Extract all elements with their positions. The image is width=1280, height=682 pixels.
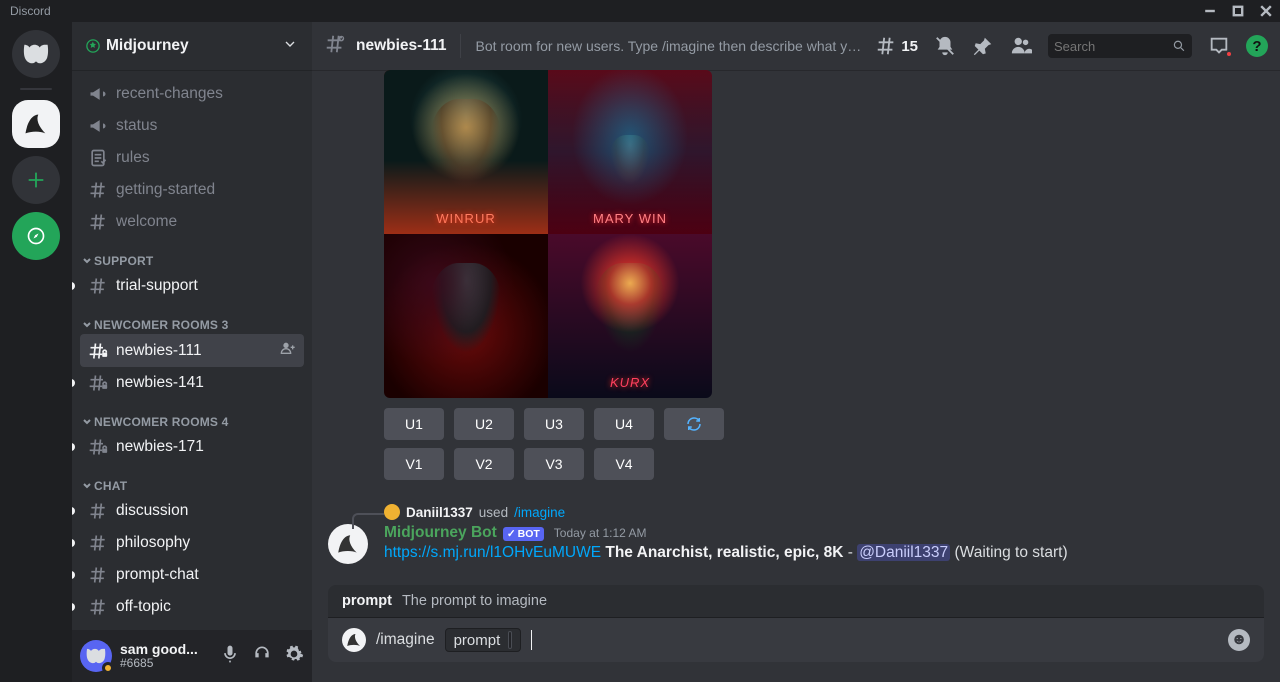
mute-icon[interactable] [220,644,240,669]
generated-image-grid[interactable]: WINRUR MARY WIN KURX [384,70,1264,398]
pinned-button[interactable] [972,35,994,57]
channel-status[interactable]: status [80,110,304,142]
mention[interactable]: @Daniil1337 [857,544,950,561]
search-input[interactable] [1048,34,1192,58]
channel-name: newbies-111 [356,37,446,55]
status-text: (Waiting to start) [954,544,1067,561]
upscale-3-button[interactable]: U3 [524,408,584,440]
dm-home[interactable] [12,30,60,78]
hash-icon [88,533,108,553]
command-text: /imagine [376,631,435,649]
bot-tag: ✓ BOT [503,527,544,541]
server-name: Midjourney [106,37,189,55]
channel-welcome[interactable]: welcome [80,206,304,238]
hash-icon [88,212,108,232]
chevron-down-icon [282,36,298,57]
channel-getting-started[interactable]: getting-started [80,174,304,206]
hash-lock-icon [88,437,108,457]
hash-icon [88,565,108,585]
bot-name[interactable]: Midjourney Bot [384,524,497,542]
channel-discussion[interactable]: discussion [80,495,304,527]
bot-avatar[interactable] [328,524,368,564]
main-content: newbies-111 Bot room for new users. Type… [312,22,1280,682]
hash-icon [88,597,108,617]
command-avatar-icon [342,628,366,652]
app-name: Discord [10,4,51,18]
username: sam good... [120,641,212,657]
server-header[interactable]: Midjourney [72,22,312,70]
hash-lock-icon [88,341,108,361]
timestamp: Today at 1:12 AM [554,526,647,540]
explore-button[interactable] [12,212,60,260]
inbox-button[interactable] [1208,35,1230,57]
create-invite-icon[interactable] [280,340,296,361]
reply-author: Daniil1337 [406,505,473,520]
announce-icon [88,116,108,136]
channel-newbies-111[interactable]: newbies-111 [80,334,304,367]
reroll-button[interactable] [664,408,724,440]
user-panel: sam good... #6685 [72,630,312,682]
channel-recent-changes[interactable]: recent-changes [80,78,304,110]
announce-icon [88,84,108,104]
status-idle-icon [102,662,114,674]
help-button[interactable]: ? [1246,35,1268,57]
channel-newbies-171[interactable]: newbies-171 [80,431,304,463]
hint-key: prompt [342,593,392,609]
hash-icon [88,501,108,521]
hash-icon [88,276,108,296]
prompt-chip[interactable]: prompt [445,628,522,652]
variation-4-button[interactable]: V4 [594,448,654,480]
hash-lock-icon [88,373,108,393]
text-cursor[interactable] [531,630,1218,650]
category-support[interactable]: SUPPORT [80,238,304,270]
reply-avatar [384,504,400,520]
settings-icon[interactable] [284,644,304,669]
members-button[interactable] [1010,35,1032,57]
notifications-button[interactable] [934,35,956,57]
hash-icon [324,33,346,60]
channel-rules[interactable]: rules [80,142,304,174]
channel-philosophy[interactable]: philosophy [80,527,304,559]
upscale-4-button[interactable]: U4 [594,408,654,440]
variation-1-button[interactable]: V1 [384,448,444,480]
server-rail [0,22,72,682]
message-input[interactable]: /imagine prompt ☻ [328,618,1264,662]
channel-sidebar: Midjourney recent-changesstatusrulesgett… [72,22,312,682]
autocomplete-hint[interactable]: prompt The prompt to imagine [328,585,1264,618]
message-prompt: The Anarchist, realistic, epic, 8K [605,544,843,561]
titlebar: Discord [0,0,1280,22]
add-server-button[interactable] [12,156,60,204]
avatar[interactable] [80,640,112,672]
category-newcomer3[interactable]: NEWCOMER ROOMS 3 [80,302,304,334]
message: Daniil1337 used /imagine Midjourney Bot … [328,504,1264,564]
channel-newbies-141[interactable]: newbies-141 [80,367,304,399]
channel-trial-support[interactable]: trial-support [80,270,304,302]
message-link[interactable]: https://s.mj.run/l1OHvEuMUWE [384,544,601,561]
hash-icon [88,180,108,200]
channel-off-topic[interactable]: off-topic [80,591,304,623]
category-newcomer4[interactable]: NEWCOMER ROOMS 4 [80,399,304,431]
user-tag: #6685 [120,657,212,671]
emoji-button[interactable]: ☻ [1228,629,1250,651]
threads-button[interactable]: 15 [875,35,918,57]
minimize-button[interactable] [1204,5,1216,17]
channel-topic[interactable]: Bot room for new users. Type /imagine th… [475,38,865,54]
variation-2-button[interactable]: V2 [454,448,514,480]
channel-prompt-chat[interactable]: prompt-chat [80,559,304,591]
rules-icon [88,148,108,168]
variation-3-button[interactable]: V3 [524,448,584,480]
server-midjourney[interactable] [12,100,60,148]
close-button[interactable] [1260,5,1272,17]
hint-description: The prompt to imagine [402,593,547,609]
topbar: newbies-111 Bot room for new users. Type… [312,22,1280,70]
upscale-2-button[interactable]: U2 [454,408,514,440]
upscale-1-button[interactable]: U1 [384,408,444,440]
deafen-icon[interactable] [252,644,272,669]
reply-indicator[interactable]: Daniil1337 used /imagine [328,504,1264,520]
maximize-button[interactable] [1232,5,1244,17]
category-chat[interactable]: CHAT [80,463,304,495]
